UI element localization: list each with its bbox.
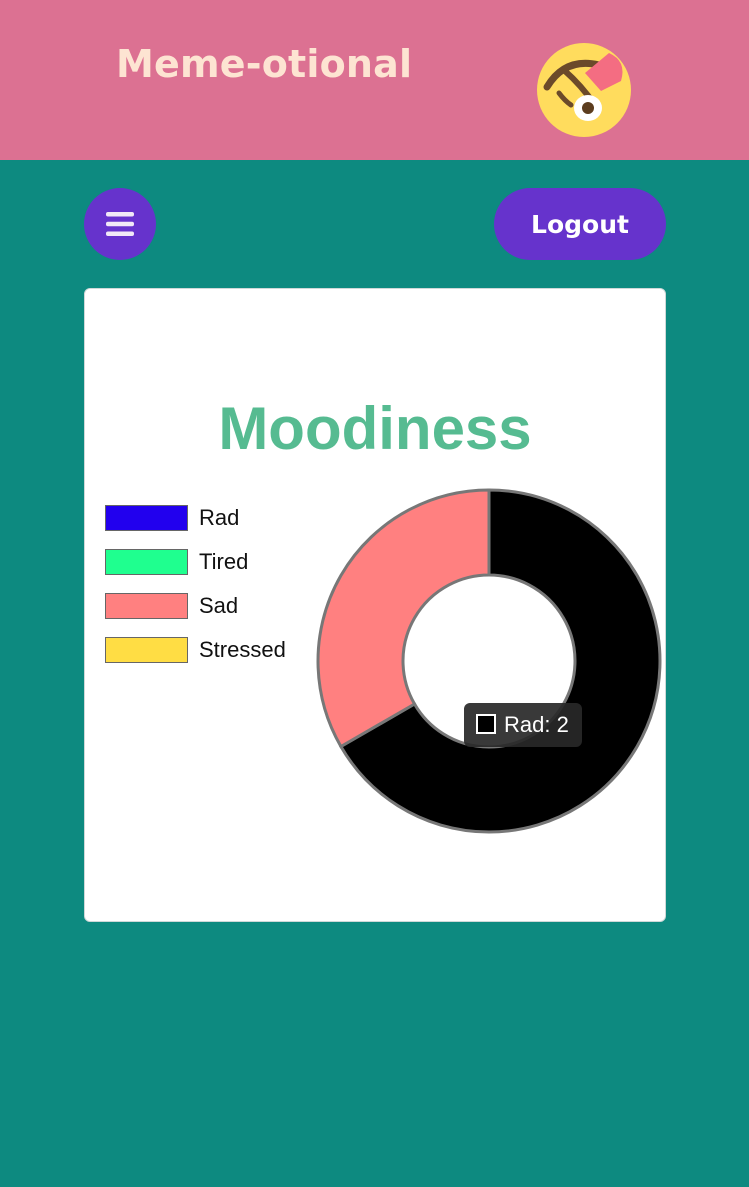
dizzy-face-emoji-icon bbox=[537, 43, 631, 137]
tooltip-text: Rad: 2 bbox=[504, 712, 569, 737]
mood-chart-card: Moodiness Rad Tired Sad Stressed Rad: 2 bbox=[84, 288, 666, 922]
donut-chart[interactable] bbox=[85, 289, 665, 921]
logout-button[interactable]: Logout bbox=[494, 188, 666, 260]
app-header: Meme-otional bbox=[0, 0, 749, 160]
hamburger-menu-icon bbox=[106, 212, 134, 236]
chart-tooltip: Rad: 2 bbox=[464, 703, 582, 747]
tooltip-color-swatch bbox=[476, 714, 496, 734]
menu-button[interactable] bbox=[84, 188, 156, 260]
brand-title: Meme-otional bbox=[116, 42, 413, 86]
